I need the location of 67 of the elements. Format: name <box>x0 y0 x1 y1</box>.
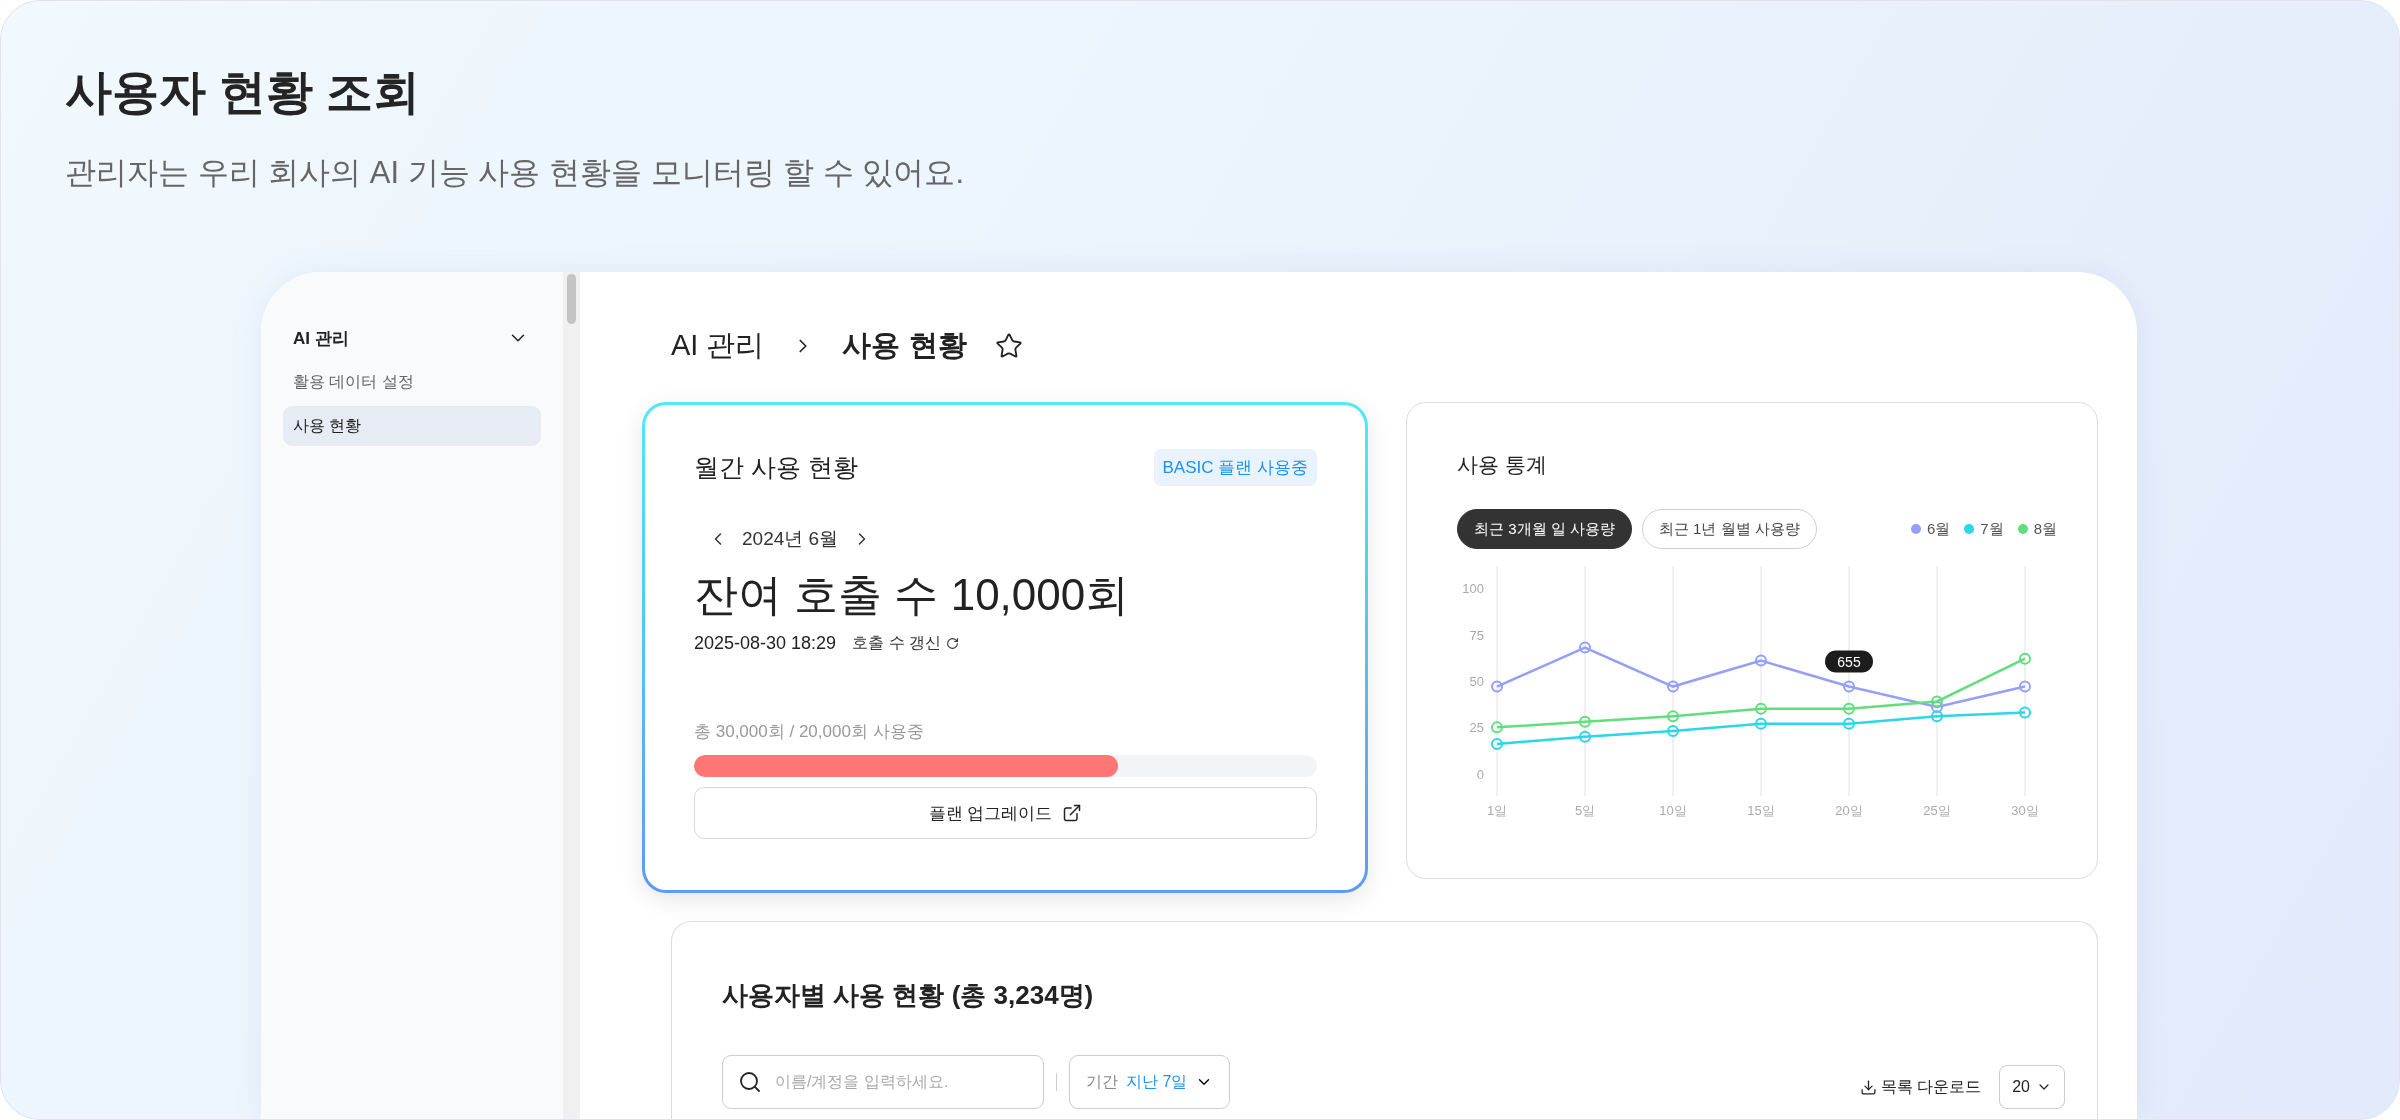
star-icon[interactable] <box>994 332 1023 360</box>
updated-time: 2025-08-30 18:29 <box>694 633 837 654</box>
axis-label: 25일 <box>1923 803 1951 818</box>
data-point <box>2019 652 2031 665</box>
axis-label: 20일 <box>1835 803 1863 818</box>
month-label: 2024년 6월 <box>742 527 839 551</box>
data-point <box>1755 654 1767 667</box>
breadcrumb-item: 사용 현황 <box>842 328 967 363</box>
remaining-calls: 잔여 호출 수 10,000회 <box>694 569 1131 621</box>
axis-label: 50 <box>1469 674 1484 689</box>
refresh-button[interactable]: 호출 수 갱신 <box>852 633 959 654</box>
page-size-select[interactable]: 20 <box>1999 1065 2065 1109</box>
data-point <box>1579 730 1591 743</box>
data-point <box>2019 706 2031 719</box>
external-link-icon <box>1062 803 1083 823</box>
data-point <box>1667 725 1679 738</box>
range-tab[interactable]: 최근 1년 월별 사용량 <box>1641 509 1817 549</box>
range-tab[interactable]: 최근 3개월 일 사용량 <box>1457 509 1632 549</box>
usage-label: 총 30,000회 / 20,000회 사용중 <box>694 721 925 743</box>
axis-label: 10일 <box>1659 803 1687 818</box>
data-point <box>2019 680 2031 693</box>
axis-label: 100 <box>1462 581 1484 597</box>
card-title: 사용자별 사용 현황 (총 3,234명) <box>722 979 1095 1012</box>
sidebar-item[interactable]: 활용 데이터 설정 <box>283 362 541 402</box>
data-point <box>1755 717 1767 730</box>
download-link[interactable]: 목록 다운로드 <box>1853 1065 1988 1109</box>
plan-badge: BASIC 플랜 사용중 <box>1153 449 1317 486</box>
data-point <box>1755 702 1767 715</box>
axis-label: 15일 <box>1747 803 1775 818</box>
data-point <box>1843 717 1855 730</box>
period-dropdown[interactable]: 기간 지난 7일 <box>1069 1055 1231 1109</box>
data-point <box>1667 680 1679 693</box>
data-point <box>1491 721 1503 734</box>
upgrade-button[interactable]: 플랜 업그레이드 <box>694 787 1317 839</box>
data-point <box>1579 715 1591 728</box>
axis-label: 5일 <box>1574 803 1596 818</box>
axis-label: 1일 <box>1486 803 1508 818</box>
sidebar-item[interactable]: 사용 현황 <box>283 406 541 446</box>
page-title: 사용자 현황 조회 <box>65 64 422 120</box>
card-title: 월간 사용 현황 <box>694 452 858 483</box>
data-point <box>1931 695 1943 708</box>
sidebar-group[interactable]: AI 관리 <box>283 318 541 358</box>
value-tooltip: 655 <box>1825 650 1873 673</box>
data-point <box>1931 710 1943 723</box>
download-icon <box>1859 1078 1877 1096</box>
search-field[interactable]: 이름/계정을 입력하세요. <box>722 1055 1044 1109</box>
annotation: 655 <box>1837 653 1861 670</box>
data-point <box>1491 738 1503 751</box>
legend-label: 7월 <box>1980 519 2004 539</box>
data-point <box>1843 702 1855 715</box>
legend-label: 6월 <box>1926 519 1951 539</box>
data-point <box>1491 680 1503 693</box>
search-icon <box>738 1070 762 1094</box>
card-title: 사용 통계 <box>1457 452 1548 478</box>
refresh-icon <box>946 637 959 650</box>
scrollbar-thumb[interactable] <box>567 274 576 324</box>
legend-label: 8월 <box>2033 519 2057 539</box>
axis-label: 75 <box>1469 627 1484 643</box>
data-point <box>1667 710 1679 723</box>
axis-label: 25 <box>1469 720 1484 736</box>
axis-label: 30일 <box>2011 803 2039 818</box>
axis-label: 0 <box>1476 766 1484 782</box>
page-subtitle: 관리자는 우리 회사의 AI 기능 사용 현황을 모니터링 할 수 있어요. <box>65 154 966 192</box>
data-point <box>1931 700 1943 713</box>
data-point <box>1843 680 1855 693</box>
breadcrumb-item[interactable]: AI 관리 <box>671 326 765 366</box>
data-point <box>1579 641 1591 654</box>
